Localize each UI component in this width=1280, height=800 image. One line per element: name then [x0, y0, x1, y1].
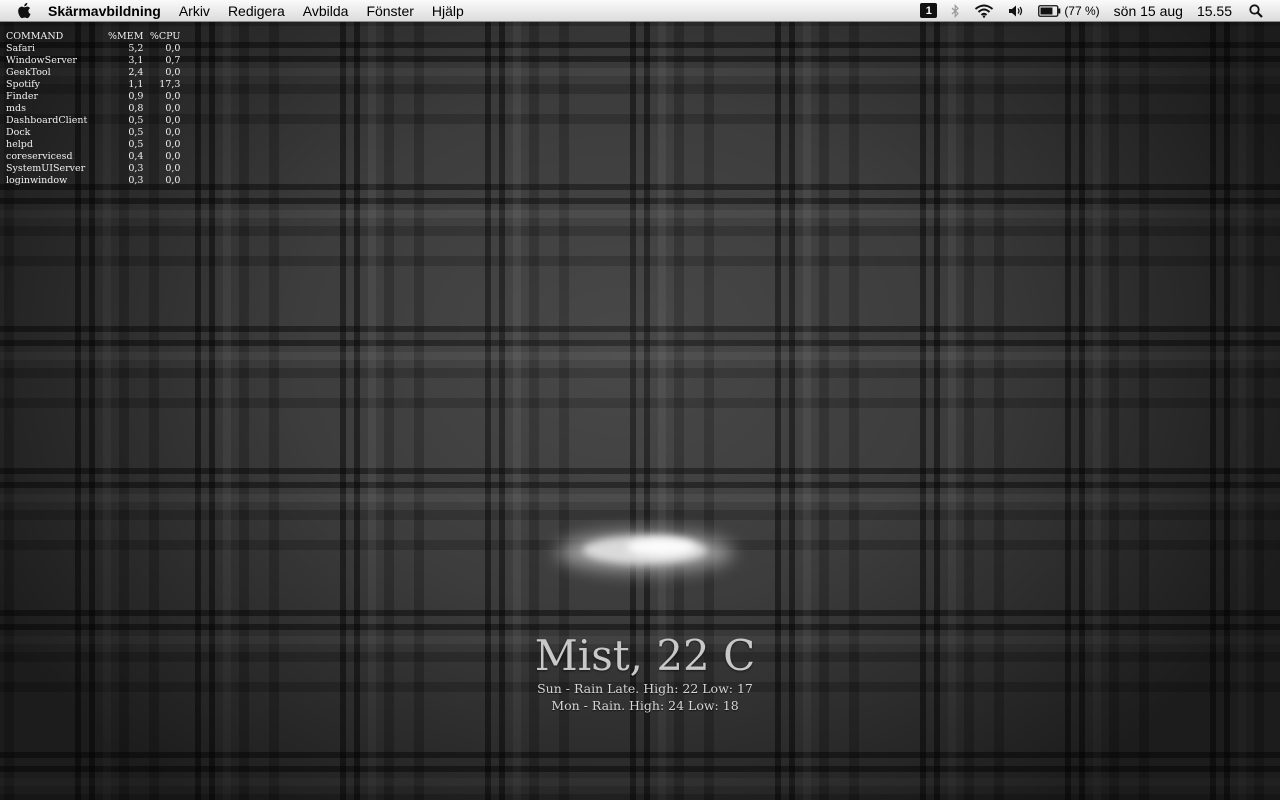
process-name: loginwindow [6, 175, 68, 186]
spaces-menu[interactable]: 1 [913, 0, 944, 22]
process-mem: 2,4 [128, 67, 144, 78]
header-mem: %MEM [108, 31, 144, 42]
volume-icon[interactable] [1001, 0, 1031, 22]
process-name: helpd [6, 139, 33, 150]
menu-arkiv[interactable]: Arkiv [170, 0, 219, 22]
wifi-icon[interactable] [967, 0, 1001, 22]
process-cpu: 0,0 [165, 127, 181, 138]
bluetooth-icon[interactable] [944, 0, 967, 22]
process-cpu: 0,0 [165, 175, 181, 186]
process-table: COMMAND %MEM %CPU Safari 5,2 0,0 WindowServ… [6, 31, 180, 187]
process-row: WindowServer 3,1 0,7 [6, 55, 180, 67]
process-cpu: 0,0 [165, 151, 181, 162]
process-list-widget: COMMAND %MEM %CPU Safari 5,2 0,0 WindowServ… [6, 31, 180, 187]
process-cpu: 0,0 [165, 163, 181, 174]
mist-cloud-icon [557, 532, 733, 572]
weather-widget: Mist, 22 C Sun - Rain Late. High: 22 Low… [480, 510, 810, 714]
menubar-date[interactable]: sön 15 aug [1107, 0, 1190, 22]
header-cpu: %CPU [149, 31, 181, 42]
menu-bar: Skärmavbildning Arkiv Redigera Avbilda F… [0, 0, 1280, 22]
process-mem: 0,3 [128, 163, 144, 174]
spotlight-search-icon[interactable] [1239, 0, 1270, 22]
process-mem: 0,8 [128, 103, 144, 114]
process-mem: 0,5 [128, 115, 144, 126]
process-row: Spotify 1,1 17,3 [6, 79, 180, 91]
process-row: coreservicesd 0,4 0,0 [6, 151, 180, 163]
process-name: mds [6, 103, 26, 114]
process-name: GeekTool [6, 67, 51, 78]
process-table-header: COMMAND %MEM %CPU [6, 31, 180, 43]
apple-logo-icon[interactable] [0, 0, 40, 22]
process-mem: 0,3 [128, 175, 144, 186]
process-mem: 1,1 [128, 79, 144, 90]
process-name: Spotify [6, 79, 41, 90]
process-row: SystemUIServer 0,3 0,0 [6, 163, 180, 175]
process-row: loginwindow 0,3 0,0 [6, 175, 180, 187]
process-mem: 0,4 [128, 151, 144, 162]
process-cpu: 0,0 [165, 115, 181, 126]
process-row: DashboardClient 0,5 0,0 [6, 115, 180, 127]
process-mem: 3,1 [128, 55, 144, 66]
process-row: Finder 0,9 0,0 [6, 91, 180, 103]
weather-forecast-day1: Sun - Rain Late. High: 22 Low: 17 [537, 681, 753, 696]
space-number-badge: 1 [920, 3, 938, 18]
menubar-clock[interactable]: 15.55 [1190, 0, 1239, 22]
process-row: GeekTool 2,4 0,0 [6, 67, 180, 79]
process-row: Safari 5,2 0,0 [6, 43, 180, 55]
menu-redigera[interactable]: Redigera [219, 0, 294, 22]
menu-hjalp[interactable]: Hjälp [423, 0, 473, 22]
process-mem: 0,5 [128, 127, 144, 138]
process-name: coreservicesd [6, 151, 73, 162]
process-cpu: 0,0 [165, 91, 181, 102]
process-row: helpd 0,5 0,0 [6, 139, 180, 151]
weather-current-conditions: Mist, 22 C [534, 631, 756, 680]
process-row: Dock 0,5 0,0 [6, 127, 180, 139]
process-name: Safari [6, 43, 35, 54]
process-mem: 5,2 [128, 43, 144, 54]
process-cpu: 0,7 [165, 55, 181, 66]
process-mem: 0,5 [128, 139, 144, 150]
process-name: Dock [6, 127, 31, 138]
process-cpu: 0,0 [165, 103, 181, 114]
process-name: Finder [6, 91, 38, 102]
menu-app-name[interactable]: Skärmavbildning [40, 0, 170, 22]
process-row: mds 0,8 0,0 [6, 103, 180, 115]
process-name: DashboardClient [6, 115, 88, 126]
battery-percentage: (77 %) [1064, 3, 1100, 18]
process-name: WindowServer [6, 55, 77, 66]
menu-fonster[interactable]: Fönster [357, 0, 422, 22]
weather-forecast-day2: Mon - Rain. High: 24 Low: 18 [551, 698, 739, 713]
header-command: COMMAND [6, 31, 64, 42]
process-mem: 0,9 [128, 91, 144, 102]
process-cpu: 0,0 [165, 67, 181, 78]
battery-icon [1038, 4, 1061, 17]
process-name: SystemUIServer [6, 163, 86, 174]
menu-avbilda[interactable]: Avbilda [294, 0, 358, 22]
battery-menu[interactable]: (77 %) [1031, 0, 1106, 22]
process-cpu: 17,3 [159, 79, 181, 90]
process-cpu: 0,0 [165, 43, 181, 54]
process-cpu: 0,0 [165, 139, 181, 150]
